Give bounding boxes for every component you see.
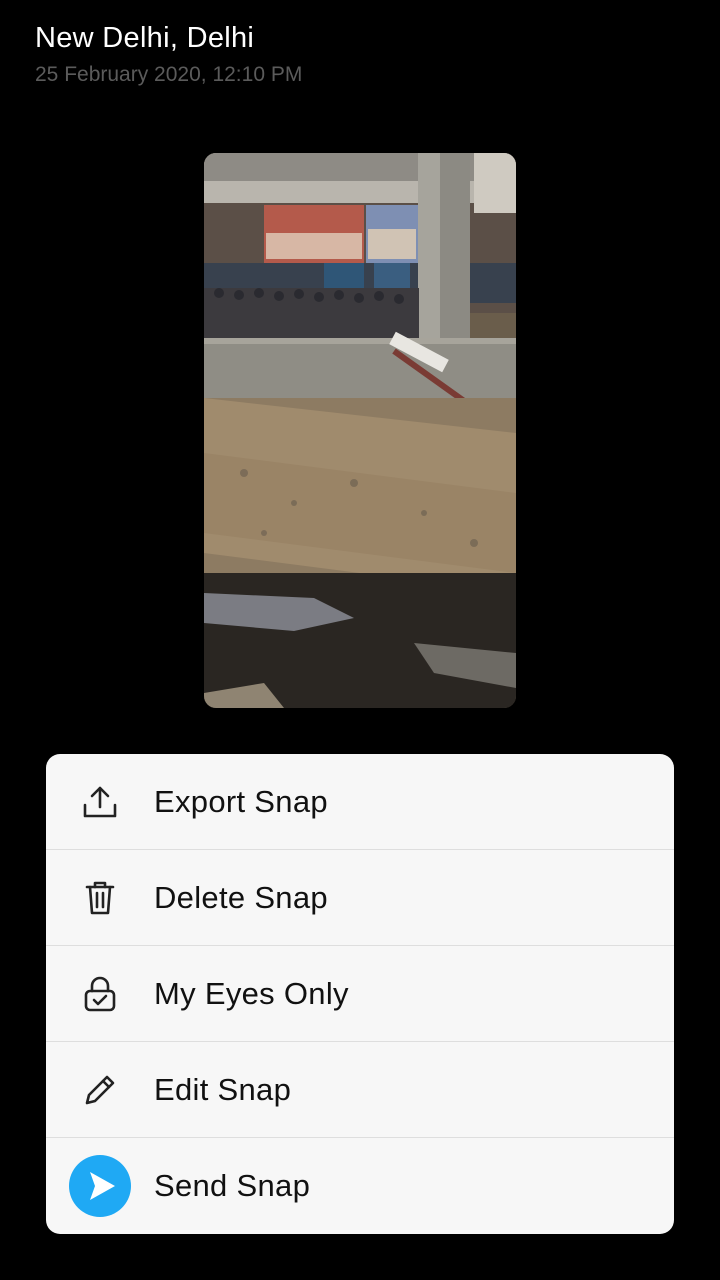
action-sheet: Export Snap Delete Snap My Eyes Only Edi… [46, 754, 674, 1234]
export-snap-button[interactable]: Export Snap [46, 754, 674, 850]
edit-snap-button[interactable]: Edit Snap [46, 1042, 674, 1138]
snap-header: New Delhi, Delhi 25 February 2020, 12:10… [35, 18, 302, 90]
trash-icon [68, 866, 132, 930]
pencil-icon [68, 1058, 132, 1122]
memories-snap-screen: New Delhi, Delhi 25 February 2020, 12:10… [0, 0, 720, 1280]
delete-snap-button[interactable]: Delete Snap [46, 850, 674, 946]
my-eyes-only-button[interactable]: My Eyes Only [46, 946, 674, 1042]
send-icon [68, 1154, 132, 1218]
export-icon [68, 770, 132, 834]
send-snap-button[interactable]: Send Snap [46, 1138, 674, 1233]
snap-image [204, 153, 516, 708]
snap-location: New Delhi, Delhi [35, 22, 255, 54]
delete-snap-label: Delete Snap [154, 879, 328, 915]
send-snap-label: Send Snap [154, 1167, 311, 1203]
my-eyes-only-label: My Eyes Only [154, 975, 349, 1011]
export-snap-label: Export Snap [154, 783, 328, 819]
lock-icon [68, 962, 132, 1026]
edit-snap-label: Edit Snap [154, 1071, 292, 1107]
snap-timestamp: 25 February 2020, 12:10 PM [35, 63, 303, 86]
snap-thumbnail[interactable] [204, 153, 516, 708]
